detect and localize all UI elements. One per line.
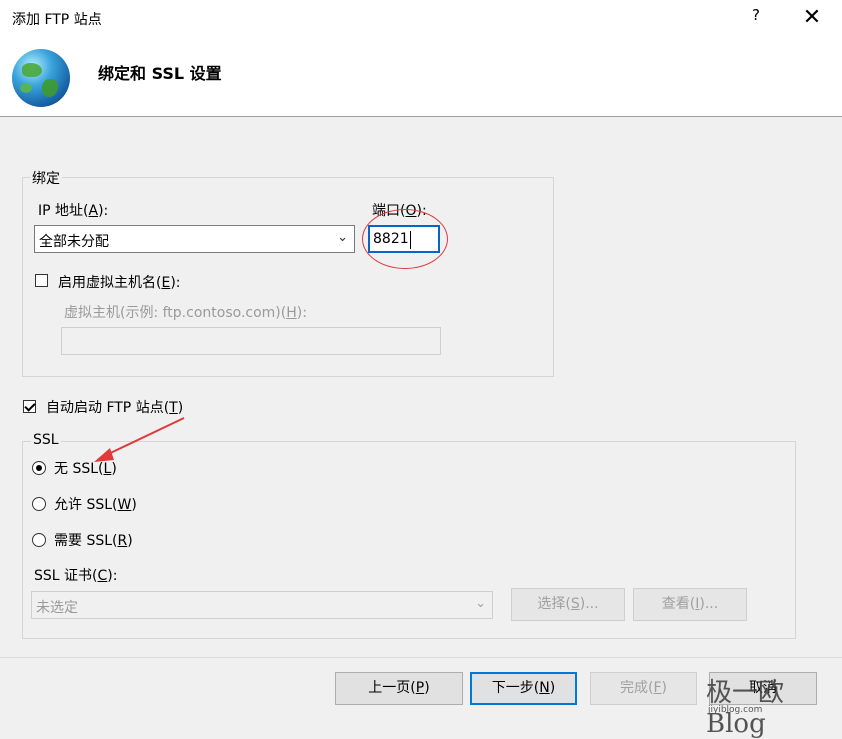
port-highlight-ellipse <box>362 209 448 269</box>
radio-allow-ssl-label: 允许 SSL(W) <box>54 497 137 513</box>
virtual-host-checkbox[interactable] <box>35 274 48 287</box>
radio-no-ssl[interactable] <box>32 461 46 475</box>
annotation-arrow-icon <box>94 417 185 462</box>
page-title: 绑定和 SSL 设置 <box>98 64 222 83</box>
select-cert-button[interactable]: 选择(S)... <box>511 588 625 621</box>
ssl-cert-label: SSL 证书(C): <box>34 568 118 584</box>
radio-allow-ssl[interactable] <box>32 497 46 511</box>
view-cert-button[interactable]: 查看(I)... <box>633 588 747 621</box>
window-title: 添加 FTP 站点 <box>12 12 102 28</box>
chevron-down-icon: ⌄ <box>475 596 486 611</box>
finish-button[interactable]: 完成(F) <box>590 672 697 705</box>
ssl-group-label: SSL <box>31 432 61 448</box>
binding-group-label: 绑定 <box>30 168 62 188</box>
virtual-host-input[interactable] <box>61 327 441 355</box>
next-button[interactable]: 下一步(N) <box>470 672 577 705</box>
title-bar <box>0 0 842 36</box>
ssl-cert-value: 未选定 <box>36 600 78 616</box>
ip-address-value: 全部未分配 <box>39 234 109 250</box>
globe-icon <box>12 49 70 107</box>
virtual-host-label: 虚拟主机(示例: ftp.contoso.com)(H): <box>64 305 307 321</box>
footer-divider <box>0 657 842 658</box>
ip-address-select[interactable]: 全部未分配 ⌄ <box>34 225 355 253</box>
help-button[interactable]: ? <box>746 6 766 30</box>
radio-require-ssl-label: 需要 SSL(R) <box>54 533 133 549</box>
chevron-down-icon: ⌄ <box>337 230 348 245</box>
prev-button[interactable]: 上一页(P) <box>335 672 463 705</box>
autostart-checkbox[interactable] <box>23 400 36 413</box>
ssl-cert-select[interactable]: 未选定 ⌄ <box>31 591 493 619</box>
radio-require-ssl[interactable] <box>32 533 46 547</box>
close-button[interactable]: ✕ <box>800 4 824 32</box>
watermark-url: jiyiblog.com <box>708 705 763 715</box>
ip-address-label: IP 地址(A): <box>38 203 109 219</box>
virtual-host-checkbox-label: 启用虚拟主机名(E): <box>58 275 181 291</box>
